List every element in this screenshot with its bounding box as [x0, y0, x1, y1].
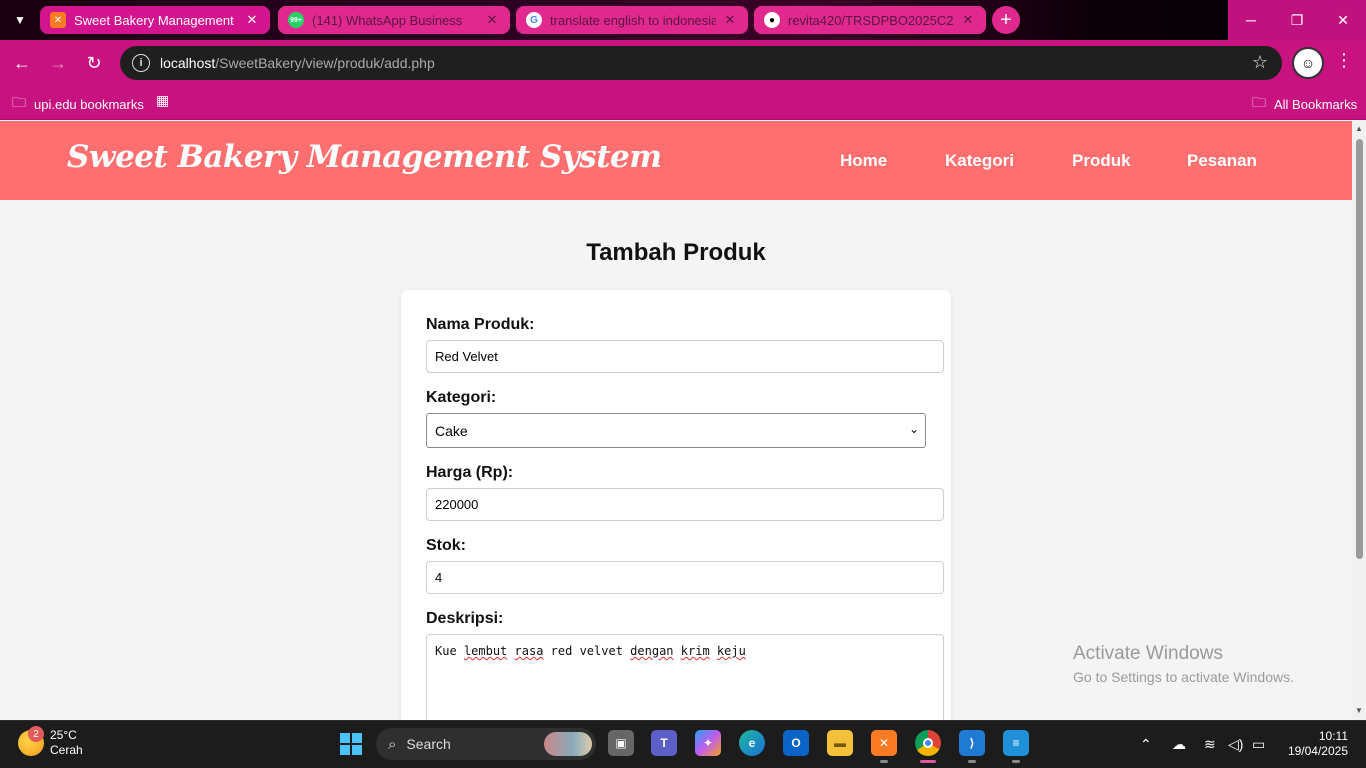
- outlook-icon[interactable]: O: [783, 730, 809, 756]
- folder-icon: 🗀: [12, 94, 26, 110]
- scrollbar-thumb[interactable]: [1356, 139, 1363, 559]
- add-product-form: Nama Produk: Kategori: Cake ⌄ Harga (Rp)…: [401, 290, 951, 720]
- nama-produk-label: Nama Produk:: [426, 316, 535, 333]
- notification-badge: 2: [28, 726, 44, 742]
- minimize-button[interactable]: ─: [1228, 0, 1274, 40]
- edge-icon[interactable]: e: [739, 730, 765, 756]
- more-menu-icon[interactable]: ⋮: [1334, 50, 1354, 71]
- copilot-icon[interactable]: ✦: [695, 730, 721, 756]
- close-tab-icon[interactable]: ✕: [960, 12, 976, 28]
- close-tab-icon[interactable]: ✕: [484, 12, 500, 28]
- nav-pesanan[interactable]: Pesanan: [1187, 151, 1257, 171]
- whatsapp-icon: 99+: [288, 12, 304, 28]
- nama-produk-input[interactable]: [426, 340, 944, 373]
- bookmarks-bar: [0, 86, 1366, 120]
- battery-icon[interactable]: ▭: [1252, 736, 1265, 753]
- tab-google-translate[interactable]: G translate english to indonesia ✕: [516, 6, 748, 34]
- nav-home[interactable]: Home: [840, 151, 887, 171]
- site-header: Sweet Bakery Management System Home Kate…: [0, 121, 1352, 200]
- scroll-up-icon[interactable]: ▲: [1354, 124, 1364, 133]
- wifi-icon[interactable]: ≋: [1204, 736, 1216, 753]
- nav-produk[interactable]: Produk: [1072, 151, 1131, 171]
- deskripsi-label: Deskripsi:: [426, 610, 504, 627]
- sun-icon: 2: [18, 726, 44, 756]
- windows-taskbar: [0, 720, 1366, 768]
- close-tab-icon[interactable]: ✕: [244, 12, 260, 28]
- profile-avatar[interactable]: ☺: [1292, 47, 1324, 79]
- tab-sweet-bakery[interactable]: ✕ Sweet Bakery Management Syst ✕: [40, 6, 270, 34]
- windows-start-icon[interactable]: [338, 731, 364, 757]
- chrome-icon[interactable]: [915, 730, 941, 756]
- teams-icon[interactable]: T: [651, 730, 677, 756]
- google-icon: G: [526, 12, 542, 28]
- search-highlight-image: [544, 732, 592, 756]
- scroll-down-icon[interactable]: ▼: [1354, 706, 1364, 715]
- forward-arrow-icon[interactable]: →: [46, 51, 70, 75]
- stok-label: Stok:: [426, 537, 466, 554]
- page-title: Tambah Produk: [586, 239, 766, 266]
- xampp-icon[interactable]: ✕: [871, 730, 897, 756]
- close-window-button[interactable]: ✕: [1320, 0, 1366, 40]
- onedrive-icon[interactable]: ☁: [1172, 736, 1186, 753]
- kategori-label: Kategori:: [426, 389, 497, 406]
- back-arrow-icon[interactable]: ←: [10, 51, 34, 75]
- github-icon: ●: [764, 12, 780, 28]
- deskripsi-textarea[interactable]: Kue lembut rasa red velvet dengan krim k…: [426, 634, 944, 720]
- vscode-icon[interactable]: ⟩: [959, 730, 985, 756]
- task-view-icon[interactable]: ▣: [608, 730, 634, 756]
- taskbar-search[interactable]: ⌕ Search: [376, 728, 596, 760]
- url-text: localhost/SweetBakery/view/produk/add.ph…: [160, 55, 435, 71]
- system-clock[interactable]: 10:11 19/04/2025: [1284, 729, 1348, 759]
- bookmark-star-icon[interactable]: ☆: [1252, 52, 1268, 73]
- page-scrollbar[interactable]: ▲ ▼: [1352, 121, 1366, 720]
- activate-windows-watermark: Activate Windows Go to Settings to activ…: [1073, 643, 1294, 685]
- web-page: Sweet Bakery Management System Home Kate…: [0, 121, 1352, 720]
- new-tab-button[interactable]: +: [992, 6, 1020, 34]
- reload-icon[interactable]: ↻: [82, 51, 106, 75]
- tab-whatsapp[interactable]: 99+ (141) WhatsApp Business ✕: [278, 6, 510, 34]
- folder-icon: 🗀: [1252, 94, 1266, 110]
- restore-button[interactable]: ❐: [1274, 0, 1320, 40]
- xampp-icon: ✕: [50, 12, 66, 28]
- chevron-down-icon: ⌄: [908, 422, 919, 436]
- volume-icon[interactable]: ◁): [1228, 736, 1243, 753]
- stok-input[interactable]: [426, 561, 944, 594]
- harga-input[interactable]: [426, 488, 944, 521]
- bookmark-folder-upi[interactable]: 🗀 upi.edu bookmarks: [12, 92, 144, 116]
- nav-kategori[interactable]: Kategori: [945, 151, 1014, 171]
- site-info-icon[interactable]: i: [132, 54, 150, 72]
- file-explorer-icon[interactable]: ▬: [827, 730, 853, 756]
- search-icon: ⌕: [388, 735, 397, 753]
- address-bar[interactable]: i localhost/SweetBakery/view/produk/add.…: [120, 46, 1282, 80]
- show-hidden-icons-icon[interactable]: ⌃: [1140, 736, 1152, 753]
- tab-github[interactable]: ● revita420/TRSDPBO2025C2 ✕: [754, 6, 986, 34]
- close-tab-icon[interactable]: ✕: [722, 12, 738, 28]
- harga-label: Harga (Rp):: [426, 464, 514, 481]
- tab-search-chevron-icon[interactable]: ▼: [8, 8, 32, 32]
- weather-widget[interactable]: 2 25°C Cerah: [18, 726, 83, 758]
- site-brand[interactable]: Sweet Bakery Management System: [67, 139, 662, 175]
- notepad-icon[interactable]: ≡: [1003, 730, 1029, 756]
- all-bookmarks-button[interactable]: 🗀 All Bookmarks: [1252, 92, 1357, 116]
- apps-grid-icon[interactable]: ▦: [156, 92, 177, 109]
- kategori-select[interactable]: Cake ⌄: [426, 413, 926, 448]
